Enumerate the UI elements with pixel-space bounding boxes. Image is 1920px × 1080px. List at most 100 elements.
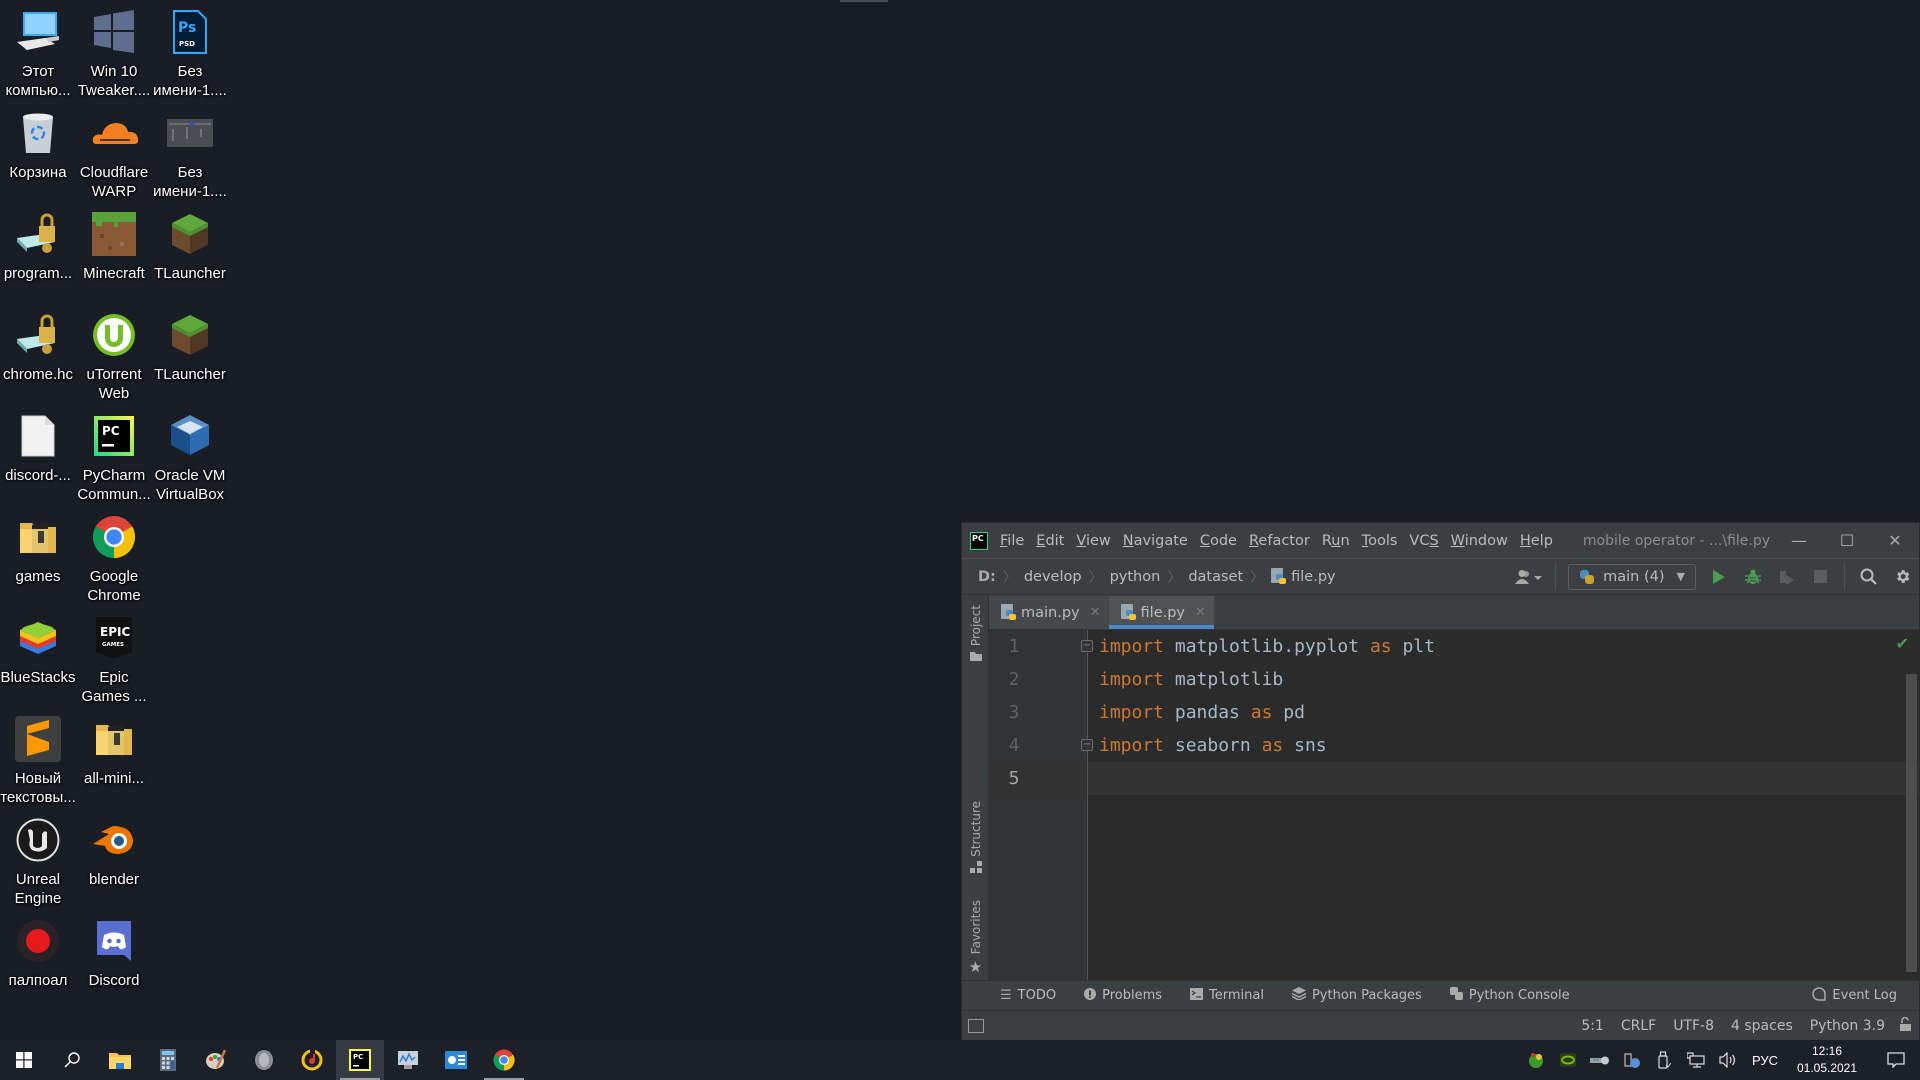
menu-view[interactable]: View bbox=[1070, 524, 1116, 558]
desktop-icon[interactable]: Без имени-1.... bbox=[152, 103, 228, 201]
taskbar-control-panel[interactable] bbox=[432, 1040, 480, 1080]
tool-window-favorites[interactable]: ★ Favorites bbox=[962, 896, 989, 976]
stop-button[interactable] bbox=[1804, 562, 1838, 592]
desktop-icon[interactable]: Google Chrome bbox=[76, 507, 152, 605]
debug-button[interactable] bbox=[1736, 562, 1770, 592]
breadcrumb-python[interactable]: python bbox=[1110, 569, 1161, 585]
run-configuration-selector[interactable]: main (4) ▼ bbox=[1568, 563, 1696, 590]
tray-bowser-icon[interactable] bbox=[1520, 1051, 1552, 1069]
taskbar-clock[interactable]: 12:16 01.05.2021 bbox=[1790, 1043, 1864, 1077]
inspection-ok-checkmark-icon[interactable]: ✔ bbox=[1896, 634, 1909, 653]
desktop-icon[interactable]: games bbox=[0, 507, 76, 586]
desktop-icon[interactable]: Minecraft bbox=[76, 204, 152, 283]
taskbar-volume-app[interactable] bbox=[240, 1040, 288, 1080]
run-with-coverage-button[interactable] bbox=[1770, 562, 1804, 592]
menu-window[interactable]: Window bbox=[1445, 524, 1514, 558]
desktop-icon[interactable]: BlueStacks bbox=[0, 608, 76, 687]
menu-run[interactable]: Run bbox=[1316, 524, 1356, 558]
menu-code[interactable]: Code bbox=[1194, 524, 1243, 558]
tool-tab-terminal[interactable]: Terminal bbox=[1190, 987, 1264, 1004]
desktop-icon[interactable]: EPIC GAMES Epic Games ... bbox=[76, 608, 152, 706]
desktop-icon[interactable]: Этот компью... bbox=[0, 2, 76, 100]
indent-setting[interactable]: 4 spaces bbox=[1731, 1018, 1793, 1034]
code-line[interactable] bbox=[1088, 762, 1919, 795]
settings-button[interactable] bbox=[1885, 562, 1919, 592]
code-line[interactable]: import matplotlib.pyplot as plt bbox=[1088, 630, 1919, 663]
breadcrumb-develop[interactable]: develop bbox=[1024, 569, 1082, 585]
tool-tab-event-log[interactable]: Event Log bbox=[1812, 986, 1897, 1005]
python-interpreter[interactable]: Python 3.9 bbox=[1810, 1018, 1885, 1034]
pycharm-logo-icon[interactable]: PC bbox=[970, 531, 988, 550]
desktop-icon[interactable]: all-mini... bbox=[76, 709, 152, 788]
taskbar-resource-monitor[interactable] bbox=[384, 1040, 432, 1080]
tray-network-icon[interactable] bbox=[1680, 1052, 1712, 1068]
menu-refactor[interactable]: Refactor bbox=[1243, 524, 1316, 558]
caret-position[interactable]: 5:1 bbox=[1581, 1018, 1604, 1034]
line-number[interactable]: 1 bbox=[989, 630, 1039, 663]
tab-main-py[interactable]: main.py ✕ bbox=[989, 596, 1109, 629]
line-number[interactable]: 3 bbox=[989, 696, 1039, 729]
tray-usb-drive-icon[interactable] bbox=[1584, 1053, 1616, 1067]
run-button[interactable] bbox=[1702, 562, 1736, 592]
line-number[interactable]: 4 bbox=[989, 729, 1039, 762]
desktop-icon[interactable]: Win 10 Tweaker.... bbox=[76, 2, 152, 100]
tool-tab-problems[interactable]: Problems bbox=[1084, 987, 1162, 1004]
desktop-icon[interactable]: TLauncher bbox=[152, 305, 228, 384]
taskbar-pycharm[interactable]: PC bbox=[336, 1040, 384, 1080]
start-button[interactable] bbox=[0, 1040, 48, 1080]
vcs-user-button[interactable] bbox=[1509, 562, 1549, 592]
tool-window-structure[interactable]: Structure bbox=[962, 801, 989, 876]
tray-volume-icon[interactable] bbox=[1712, 1052, 1744, 1068]
code-line[interactable]: import pandas as pd bbox=[1088, 696, 1919, 729]
input-language-indicator[interactable]: РУС bbox=[1752, 1053, 1778, 1068]
breadcrumb-file[interactable]: file.py bbox=[1271, 568, 1336, 585]
desktop-icon[interactable]: chrome.hc bbox=[0, 305, 76, 384]
unlock-icon[interactable] bbox=[1899, 1016, 1911, 1035]
tray-network-phone-icon[interactable] bbox=[1616, 1051, 1648, 1069]
taskbar-search-button[interactable] bbox=[48, 1040, 96, 1080]
tab-file-py[interactable]: file.py ✕ bbox=[1108, 596, 1215, 629]
close-tab-icon[interactable]: ✕ bbox=[1090, 605, 1101, 620]
desktop-icon[interactable]: blender bbox=[76, 810, 152, 889]
vertical-scrollbar[interactable] bbox=[1906, 674, 1917, 972]
search-everywhere-button[interactable] bbox=[1851, 562, 1885, 592]
menu-help[interactable]: Help bbox=[1514, 524, 1559, 558]
desktop-icon[interactable]: PC PyCharm Commun... bbox=[76, 406, 152, 504]
desktop-icon[interactable]: Корзина bbox=[0, 103, 76, 182]
close-button[interactable]: ✕ bbox=[1871, 523, 1919, 559]
code-line[interactable]: import seaborn as sns bbox=[1088, 729, 1919, 762]
minimize-button[interactable]: — bbox=[1775, 523, 1823, 559]
tray-safely-remove-icon[interactable] bbox=[1648, 1051, 1680, 1069]
tray-nvidia-icon[interactable] bbox=[1552, 1053, 1584, 1067]
desktop-icon[interactable]: палпоал bbox=[0, 911, 76, 990]
breadcrumb-drive[interactable]: D: bbox=[978, 569, 996, 585]
action-center-button[interactable] bbox=[1872, 1052, 1920, 1068]
taskbar-music-player[interactable] bbox=[288, 1040, 336, 1080]
taskbar-paint[interactable] bbox=[192, 1040, 240, 1080]
breadcrumb-dataset[interactable]: dataset bbox=[1188, 569, 1243, 585]
tool-tab-todo[interactable]: ☰ TODO bbox=[1000, 988, 1056, 1003]
code-content[interactable]: import matplotlib.pyplot as plt import ma… bbox=[1088, 630, 1919, 980]
desktop-icon[interactable]: Discord bbox=[76, 911, 152, 990]
file-encoding[interactable]: UTF-8 bbox=[1673, 1018, 1714, 1034]
maximize-button[interactable]: ☐ bbox=[1823, 523, 1871, 559]
taskbar-chrome[interactable] bbox=[480, 1040, 528, 1080]
code-editor[interactable]: 1 2 3 4 5− − import matplotlib.pyplot as plt i… bbox=[989, 630, 1919, 980]
desktop-icon[interactable]: Unreal Engine bbox=[0, 810, 76, 908]
taskbar-calculator[interactable] bbox=[144, 1040, 192, 1080]
menu-edit[interactable]: Edit bbox=[1030, 524, 1070, 558]
tool-tab-python-console[interactable]: Python Console bbox=[1449, 987, 1570, 1004]
line-number[interactable]: 5 bbox=[989, 762, 1039, 795]
desktop-icon[interactable]: Ps PSD Без имени-1.... bbox=[152, 2, 228, 100]
desktop-icon[interactable]: Oracle VM VirtualBox bbox=[152, 406, 228, 504]
taskbar-file-explorer[interactable] bbox=[96, 1040, 144, 1080]
menu-tools[interactable]: Tools bbox=[1356, 524, 1404, 558]
desktop-icon[interactable]: uTorrent Web bbox=[76, 305, 152, 403]
desktop-icon[interactable]: discord-... bbox=[0, 406, 76, 485]
code-line[interactable]: import matplotlib bbox=[1088, 663, 1919, 696]
line-separator[interactable]: CRLF bbox=[1621, 1018, 1656, 1034]
tool-tab-python-packages[interactable]: Python Packages bbox=[1291, 987, 1422, 1004]
desktop-icon[interactable]: Новый текстовы... bbox=[0, 709, 76, 807]
tool-windows-toggle-icon[interactable] bbox=[968, 1018, 984, 1033]
close-tab-icon[interactable]: ✕ bbox=[1195, 605, 1206, 620]
